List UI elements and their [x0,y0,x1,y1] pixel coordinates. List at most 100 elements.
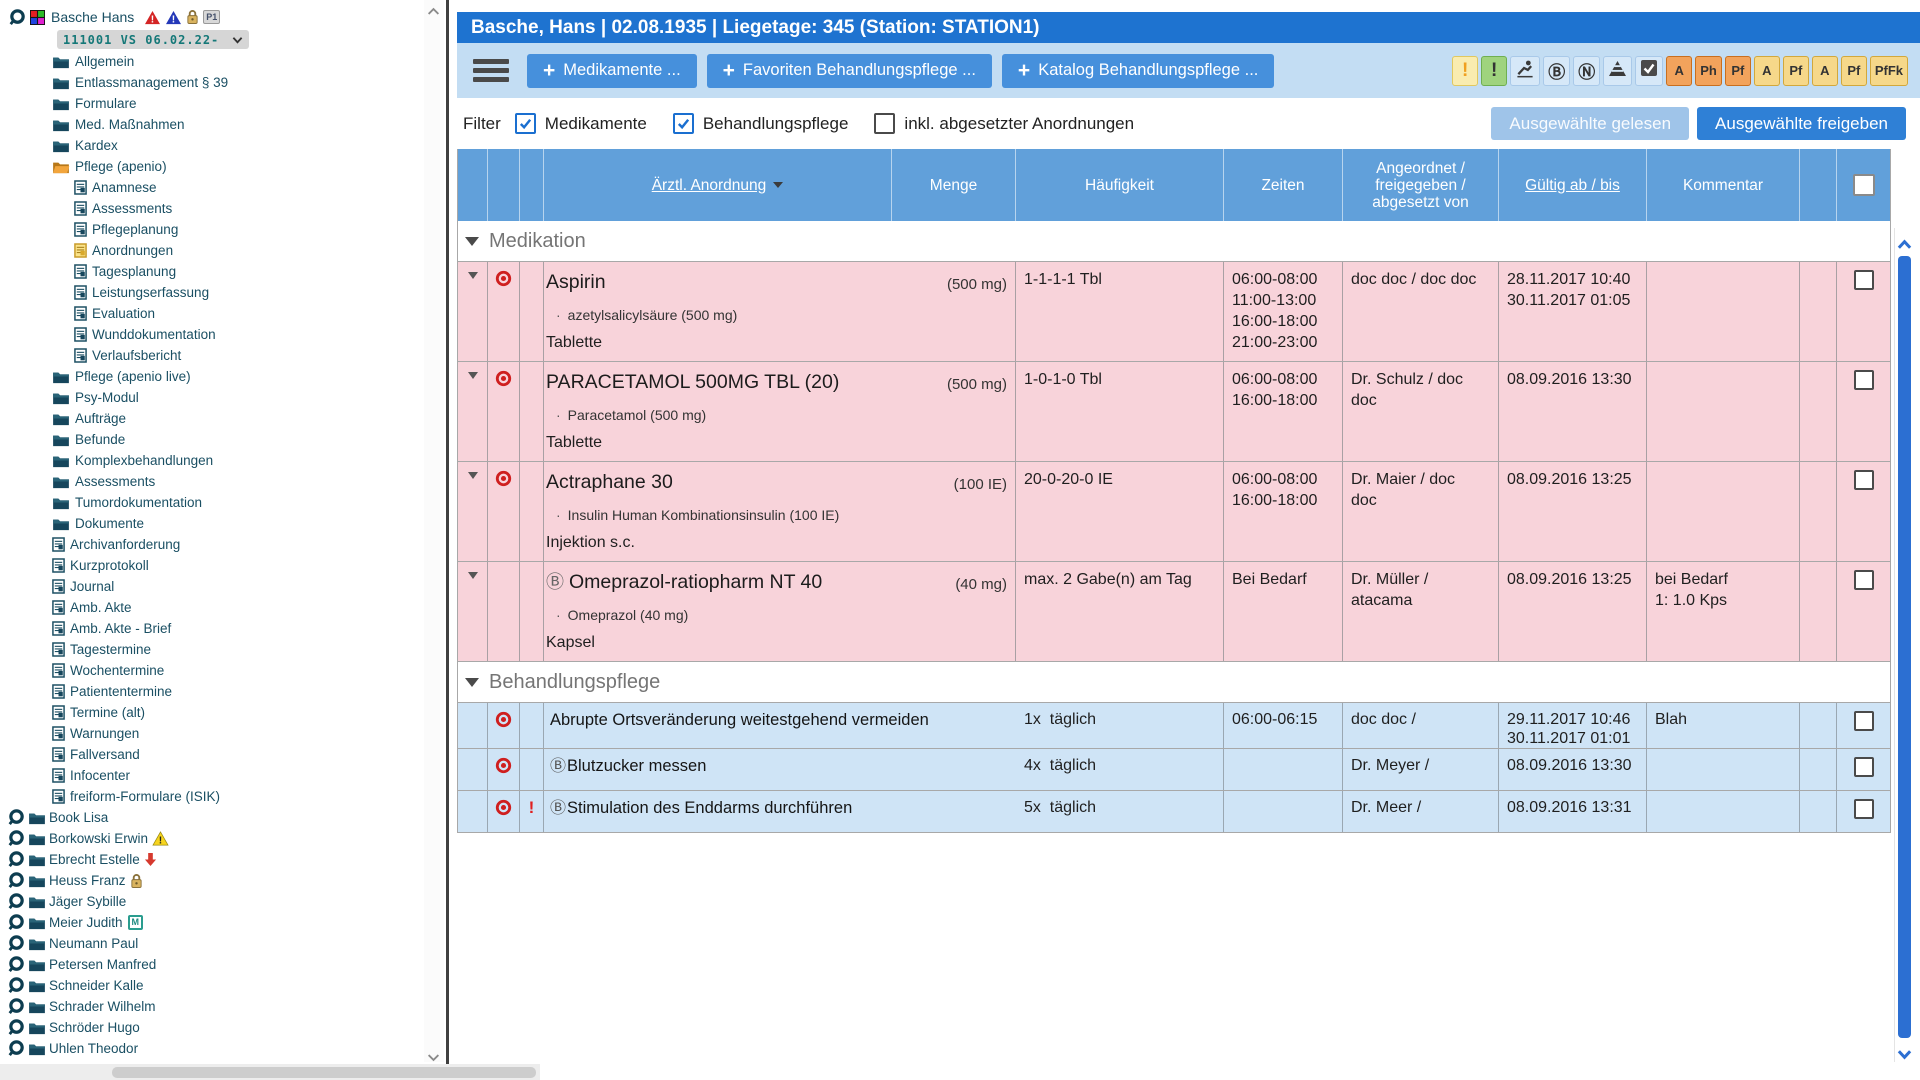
sidebar-item-pflege-apenio-[interactable]: Pflege (apenio) [0,156,424,177]
patient-list-item[interactable]: Petersen Manfred [0,954,424,975]
scroll-down-icon[interactable] [427,1049,441,1059]
circle-n-button[interactable]: Ⓝ [1573,56,1600,86]
column-header-anordnung[interactable]: Ärztl. Anordnung [544,149,892,221]
sidebar-item-freiform-formulare-isik-[interactable]: freiform-Formulare (ISIK) [0,786,424,807]
checked-box-button[interactable] [1635,56,1663,86]
badge-ph-orange-button[interactable]: Ph [1695,56,1722,86]
row-expander-icon[interactable] [468,272,478,279]
scrollbar-thumb[interactable] [112,1067,536,1078]
alert-exclamation-green-button[interactable]: ! [1481,56,1507,86]
scroll-up-icon[interactable] [427,3,441,13]
patient-list-item[interactable]: Schrader Wilhelm [0,996,424,1017]
sidebar-item-fallversand[interactable]: Fallversand [0,744,424,765]
patient-list-item[interactable]: Schröder Hugo [0,1017,424,1038]
row-checkbox[interactable] [1854,711,1874,731]
add-favorites-care-button[interactable]: + Favoriten Behandlungspflege ... [707,54,992,88]
sidebar-item-befunde[interactable]: Befunde [0,429,424,450]
patient-list-item[interactable]: Jäger Sybille [0,891,424,912]
sidebar-item-termine-alt-[interactable]: Termine (alt) [0,702,424,723]
scroll-down-icon[interactable] [1897,1047,1912,1058]
row-checkbox[interactable] [1854,470,1874,490]
checked-checkbox[interactable] [515,113,536,134]
patient-list-item[interactable]: Neumann Paul [0,933,424,954]
fall-risk-button[interactable] [1510,56,1540,86]
checked-checkbox[interactable] [673,113,694,134]
sidebar-item-infocenter[interactable]: Infocenter [0,765,424,786]
unread-eye-icon[interactable] [495,270,512,361]
sidebar-item-komplexbehandlungen[interactable]: Komplexbehandlungen [0,450,424,471]
sidebar-item-anamnese[interactable]: Anamnese [0,177,424,198]
badge-a-orange-button[interactable]: A [1666,56,1692,86]
add-catalog-care-button[interactable]: + Katalog Behandlungspflege ... [1002,54,1274,88]
mark-selected-read-button[interactable]: Ausgewählte gelesen [1491,107,1689,140]
badge-pf-orange-button[interactable]: Pf [1725,56,1751,86]
sidebar-item-journal[interactable]: Journal [0,576,424,597]
sidebar-item-entlassmanagement-39[interactable]: Entlassmanagement § 39 [0,72,424,93]
unread-eye-icon[interactable] [495,711,512,748]
scrollbar-thumb[interactable] [1898,256,1911,1038]
filter-option-behandlungspflege[interactable]: Behandlungspflege [673,113,849,134]
sidebar-item-assessments[interactable]: Assessments [0,198,424,219]
filter-option-inkl-abgesetzter-anordnungen[interactable]: inkl. abgesetzter Anordnungen [874,113,1134,134]
sidebar-item-formulare[interactable]: Formulare [0,93,424,114]
sidebar-item-leistungserfassung[interactable]: Leistungserfassung [0,282,424,303]
order-row[interactable]: !ⒷStimulation des Enddarms durchführen5x… [458,790,1890,833]
sidebar-item-verlaufsbericht[interactable]: Verlaufsbericht [0,345,424,366]
row-expander-icon[interactable] [468,572,478,579]
patient-tree-root[interactable]: Basche Hans ! ! P1 [0,6,424,28]
sidebar-item-archivanforderung[interactable]: Archivanforderung [0,534,424,555]
sidebar-item-allgemein[interactable]: Allgemein [0,51,424,72]
release-selected-button[interactable]: Ausgewählte freigeben [1697,107,1906,140]
order-row[interactable]: ⒷOmeprazol-ratiopharm NT 40·Omeprazol (4… [458,561,1890,662]
unread-eye-icon[interactable] [495,757,512,790]
group-header-care[interactable]: Behandlungspflege [458,662,1890,703]
circle-b-button[interactable]: Ⓑ [1543,56,1570,86]
collapse-icon[interactable] [465,678,479,687]
case-selector[interactable]: 111001 VS 06.02.22- [57,30,249,49]
sidebar-item-psy-modul[interactable]: Psy-Modul [0,387,424,408]
menu-icon[interactable] [473,55,509,87]
badge-pffk-tan-button[interactable]: PfFk [1870,56,1908,86]
sidebar-item-evaluation[interactable]: Evaluation [0,303,424,324]
sidebar-item-patiententermine[interactable]: Patiententermine [0,681,424,702]
patient-list-item[interactable]: Schneider Kalle [0,975,424,996]
patient-list-item[interactable]: Borkowski Erwin! [0,828,424,849]
sidebar-item-tagesplanung[interactable]: Tagesplanung [0,261,424,282]
order-row[interactable]: Actraphane 30·Insulin Human Kombinations… [458,461,1890,562]
horizontal-scrollbar[interactable] [0,1064,540,1080]
sidebar-item-wunddokumentation[interactable]: Wunddokumentation [0,324,424,345]
unread-eye-icon[interactable] [495,799,512,832]
pyramid-button[interactable] [1603,56,1632,86]
sidebar-item-dokumente[interactable]: Dokumente [0,513,424,534]
sidebar-item-med-ma-nahmen[interactable]: Med. Maßnahmen [0,114,424,135]
sidebar-item-pflege-apenio-live-[interactable]: Pflege (apenio live) [0,366,424,387]
order-row[interactable]: Aspirin·azetylsalicylsäure (500 mg)Table… [458,261,1890,362]
group-header-medication[interactable]: Medikation [458,221,1890,262]
row-checkbox[interactable] [1854,757,1874,777]
add-medication-button[interactable]: + Medikamente ... [527,54,697,88]
badge-pf-tan-2-button[interactable]: Pf [1841,56,1867,86]
row-checkbox[interactable] [1854,270,1874,290]
unread-eye-icon[interactable] [495,470,512,561]
sidebar-item-assessments[interactable]: Assessments [0,471,424,492]
order-row[interactable]: ⒷBlutzucker messen4x täglichDr. Meyer /0… [458,748,1890,791]
row-expander-icon[interactable] [468,472,478,479]
patient-list-item[interactable]: Meier JudithM [0,912,424,933]
sidebar-item-amb-akte[interactable]: Amb. Akte [0,597,424,618]
order-row[interactable]: PARACETAMOL 500MG TBL (20)·Paracetamol (… [458,361,1890,462]
sidebar-item-auftr-ge[interactable]: Aufträge [0,408,424,429]
row-checkbox[interactable] [1854,370,1874,390]
sidebar-scrollbar[interactable] [424,0,444,1062]
unchecked-checkbox[interactable] [874,113,895,134]
filter-option-medikamente[interactable]: Medikamente [515,113,647,134]
row-checkbox[interactable] [1854,799,1874,819]
sidebar-item-warnungen[interactable]: Warnungen [0,723,424,744]
unread-eye-icon[interactable] [495,370,512,461]
sidebar-item-wochentermine[interactable]: Wochentermine [0,660,424,681]
row-checkbox[interactable] [1854,570,1874,590]
patient-list-item[interactable]: Book Lisa [0,807,424,828]
badge-a-tan-2-button[interactable]: A [1812,56,1838,86]
sidebar-item-tagestermine[interactable]: Tagestermine [0,639,424,660]
column-header-gueltig[interactable]: Gültig ab / bis [1499,149,1647,221]
row-expander-icon[interactable] [468,372,478,379]
